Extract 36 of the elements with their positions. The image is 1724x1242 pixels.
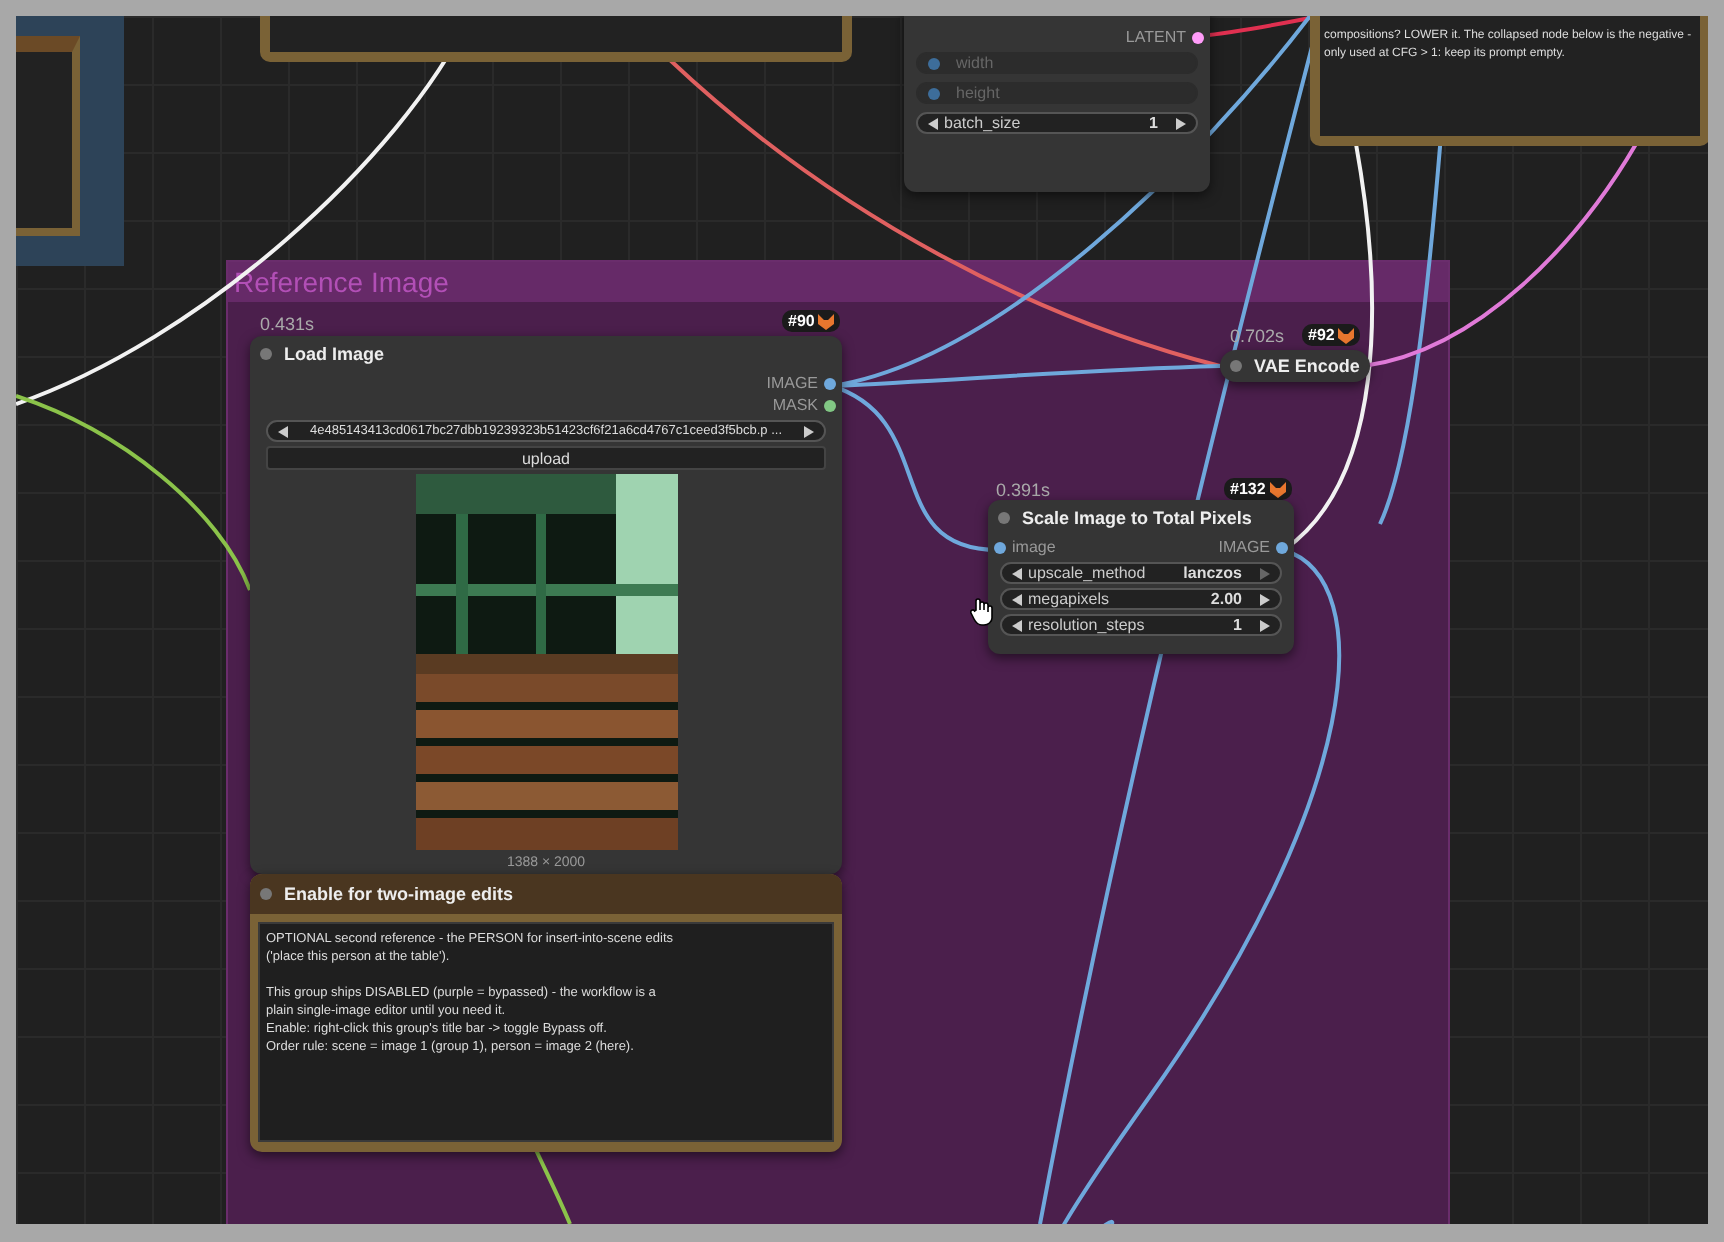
execution-time: 0.431s	[260, 314, 315, 334]
upload-button[interactable]: upload	[266, 446, 826, 470]
fox-icon	[1269, 481, 1286, 497]
right-arrow-icon[interactable]	[1260, 619, 1270, 631]
number-widget[interactable]: resolution_steps 1	[1000, 614, 1282, 636]
node-title: Scale Image to Total Pixels	[1022, 508, 1252, 528]
combo-widget[interactable]: upscale_method lanczos	[1000, 562, 1282, 584]
group-title: Reference Image	[234, 266, 449, 298]
left-arrow-icon[interactable]	[1012, 567, 1022, 579]
node-id-badge: #92	[1302, 324, 1361, 346]
node-title: Load Image	[284, 344, 385, 364]
number-widget[interactable]: batch_size 1	[916, 112, 1198, 134]
output-slot[interactable]: LATENT	[1125, 28, 1204, 46]
left-arrow-icon[interactable]	[1012, 593, 1022, 605]
output-slot[interactable]: IMAGE	[766, 374, 836, 392]
input-slot[interactable]: width	[916, 52, 1198, 74]
output-slot[interactable]: MASK	[772, 396, 836, 414]
output-slot[interactable]: IMAGE	[1218, 538, 1288, 556]
node-title: Enable for two-image edits	[284, 884, 514, 904]
fox-icon	[818, 313, 835, 329]
number-widget[interactable]: megapixels 2.00	[1000, 588, 1282, 610]
fox-icon	[1338, 327, 1355, 343]
node-id-badge: #90	[782, 310, 841, 332]
left-arrow-icon[interactable]	[1012, 619, 1022, 631]
right-arrow-icon[interactable]	[1260, 593, 1270, 605]
input-slot[interactable]: image	[994, 538, 1056, 556]
left-arrow-icon[interactable]	[278, 425, 288, 437]
input-slot[interactable]: height	[916, 82, 1198, 104]
right-arrow-icon[interactable]	[1176, 117, 1186, 129]
hand-cursor-icon	[970, 598, 994, 626]
left-arrow-icon[interactable]	[928, 117, 938, 129]
node-title: VAE Encode	[1254, 356, 1360, 376]
note-text-area[interactable]	[258, 922, 834, 1142]
right-arrow-icon[interactable]	[804, 425, 814, 437]
execution-time: 0.391s	[996, 480, 1051, 500]
node-id-badge: #132	[1224, 478, 1292, 500]
